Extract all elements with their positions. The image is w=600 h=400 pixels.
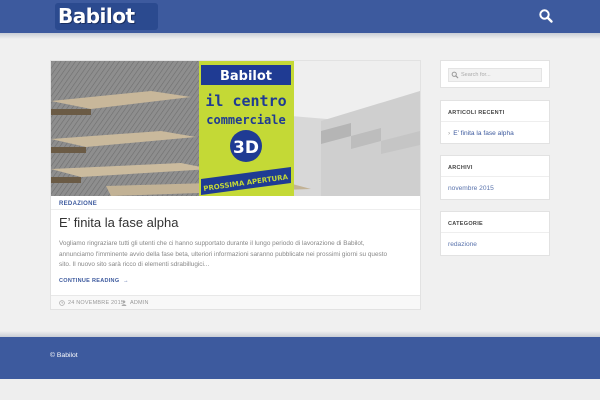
- arrow-right-icon: →: [121, 278, 129, 284]
- divider: [51, 209, 420, 210]
- logo-text: Babilot: [58, 4, 135, 28]
- bottom-strip: [0, 379, 600, 400]
- search-icon: [451, 71, 459, 79]
- header-shadow: [0, 33, 600, 39]
- divider: [441, 232, 549, 233]
- search-icon[interactable]: [538, 8, 554, 24]
- hero-sign-line1: il centro: [205, 92, 286, 110]
- divider: [441, 121, 549, 122]
- archive-link[interactable]: novembre 2015: [448, 185, 494, 192]
- continue-reading-label: CONTINUE READING: [59, 278, 120, 284]
- widget-title-categories: CATEGORIE: [448, 221, 483, 227]
- recent-post-link[interactable]: › E’ finita la fase alpha: [448, 130, 514, 137]
- site-logo[interactable]: Babilot: [55, 3, 158, 30]
- widget-title-archives: ARCHIVI: [448, 165, 473, 171]
- chevron-right-icon: ›: [448, 130, 451, 137]
- divider: [441, 176, 549, 177]
- post-date[interactable]: 24 NOVEMBRE 2015: [59, 300, 124, 306]
- post-category[interactable]: REDAZIONE: [59, 201, 97, 207]
- archives-widget: ARCHIVI novembre 2015: [440, 155, 550, 200]
- post-title[interactable]: E’ finita la fase alpha: [59, 215, 178, 230]
- continue-reading-link[interactable]: CONTINUE READING →: [59, 278, 129, 284]
- site-header: Babilot: [0, 0, 600, 33]
- hero-sign-line2: commerciale: [206, 113, 285, 127]
- post-featured-image[interactable]: Babilot il centro commerciale 3D PROSSIM…: [51, 61, 420, 196]
- category-link[interactable]: redazione: [448, 241, 477, 248]
- widget-title-recent: ARTICOLI RECENTI: [448, 110, 505, 116]
- user-icon: [121, 300, 127, 306]
- post-date-text: 24 NOVEMBRE 2015: [68, 300, 125, 306]
- search-placeholder: Search for...: [461, 72, 491, 78]
- copyright-text: © Babilot: [50, 352, 78, 359]
- post-author-text: ADMIN: [130, 300, 149, 306]
- hero-sign-line3: 3D: [233, 138, 259, 158]
- post-excerpt: Vogliamo ringraziare tutti gli utenti ch…: [59, 240, 388, 268]
- post-card: Babilot il centro commerciale 3D PROSSIM…: [50, 60, 421, 310]
- clock-icon: [59, 300, 65, 306]
- recent-post-label: E’ finita la fase alpha: [453, 130, 514, 137]
- post-author[interactable]: ADMIN: [121, 300, 149, 306]
- recent-posts-widget: ARTICOLI RECENTI › E’ finita la fase alp…: [440, 100, 550, 144]
- site-footer: © Babilot: [0, 337, 600, 379]
- categories-widget: CATEGORIE redazione: [440, 211, 550, 256]
- search-widget: Search for...: [440, 60, 550, 88]
- hero-sign-brand: Babilot: [220, 69, 272, 84]
- search-input[interactable]: Search for...: [448, 68, 542, 82]
- post-meta-bar: 24 NOVEMBRE 2015 ADMIN: [51, 295, 420, 309]
